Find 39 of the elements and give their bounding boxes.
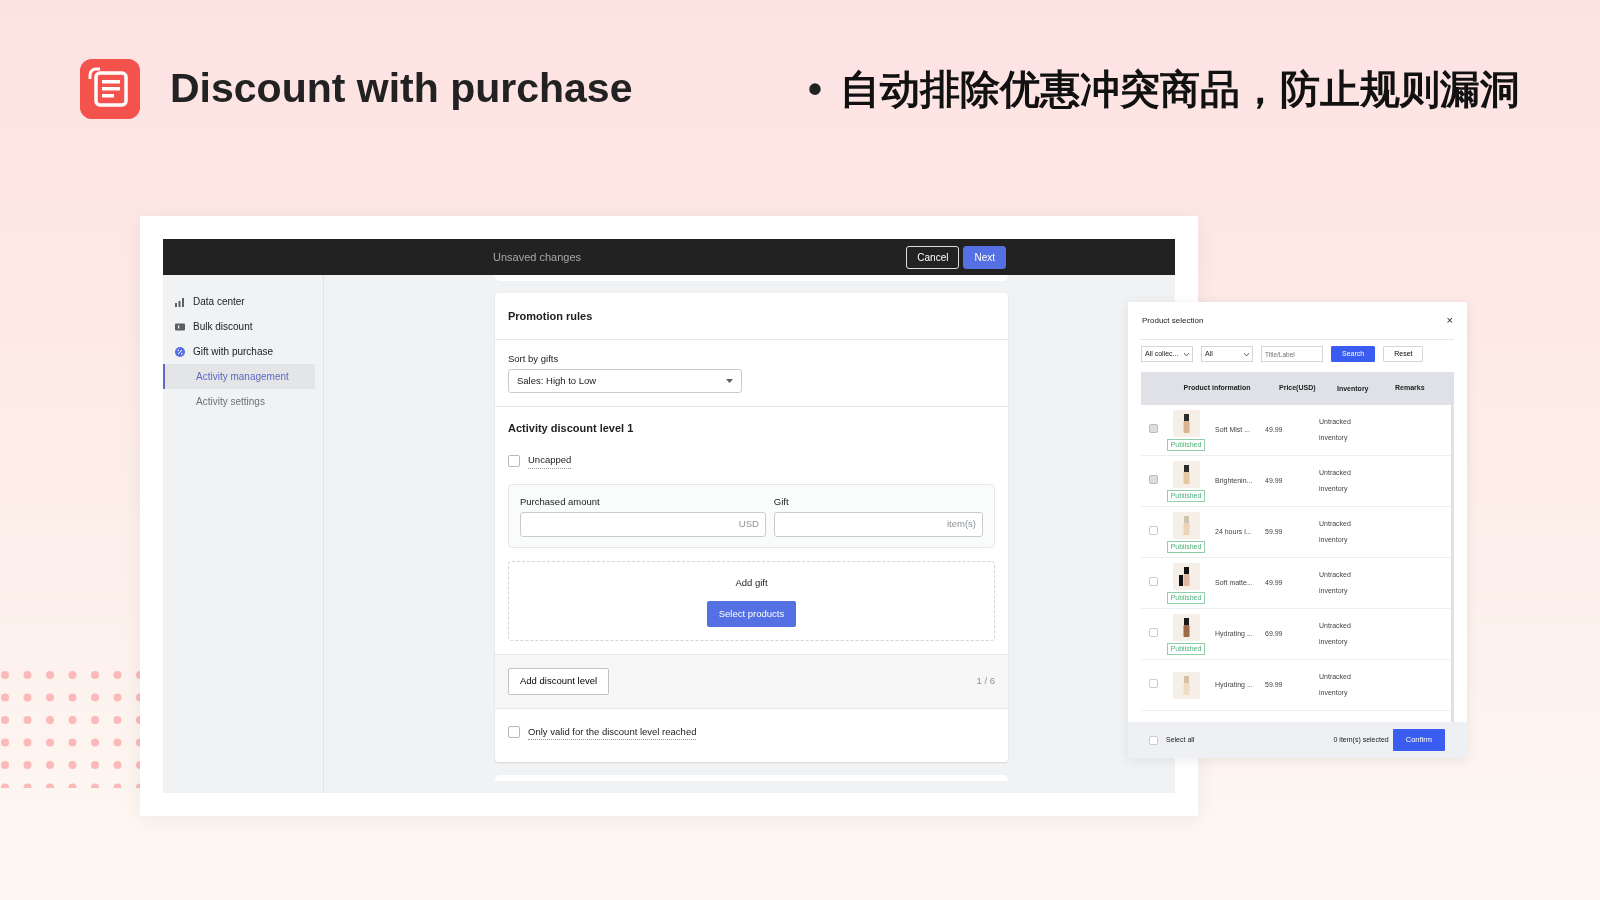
chevron-icon: [1244, 352, 1249, 356]
caret-icon: [726, 378, 733, 383]
checkbox[interactable]: [1149, 525, 1158, 535]
toolbar-button[interactable]: Next: [963, 245, 1006, 269]
chevron-icon: [1184, 352, 1189, 356]
toolbar-button[interactable]: Cancel: [906, 245, 960, 269]
status-text: Unsaved changes: [493, 249, 582, 265]
select-products-button[interactable]: Select products: [706, 601, 797, 628]
sidebar-item[interactable]: Gift with purchase: [163, 339, 323, 364]
sidebar-item[interactable]: Bulk discount: [163, 314, 323, 339]
app-logo-icon: [80, 58, 140, 119]
field-label: Gift: [773, 494, 790, 509]
ticket-icon: [175, 321, 185, 332]
add-level-button[interactable]: Add discount level: [508, 668, 610, 695]
bullet: •: [808, 65, 822, 113]
checkbox[interactable]: [1149, 678, 1158, 688]
sidebar-subitem[interactable]: Activity management: [163, 364, 315, 389]
checkbox-label: Only valid for the discount level reached: [528, 724, 697, 740]
sidebar-item[interactable]: Data center: [163, 289, 323, 314]
checkbox[interactable]: [1149, 735, 1158, 745]
close-button[interactable]: ×: [1446, 312, 1453, 329]
add-gift-label: Add gift: [735, 575, 768, 590]
level-counter: 1 / 6: [976, 674, 995, 689]
bar-chart-icon: [175, 296, 185, 307]
sidebar-subitem[interactable]: Activity settings: [163, 389, 323, 414]
checkbox[interactable]: [1149, 576, 1158, 586]
dialog-title: Product selection: [1142, 314, 1204, 327]
sort-dropdown[interactable]: Sales: High to Low: [508, 368, 742, 393]
section-title: Activity discount level 1: [508, 420, 635, 436]
page-title: Discount with purchase: [170, 64, 633, 113]
section-title: Promotion rules: [508, 309, 594, 324]
field-label: Sort by gifts: [508, 351, 560, 366]
checkbox-label: Uncapped: [528, 453, 572, 469]
checkbox[interactable]: [508, 726, 520, 739]
tagline: 自动排除优惠冲突商品，防止规则漏洞: [840, 64, 1520, 114]
checkbox[interactable]: [1149, 627, 1158, 637]
checkbox[interactable]: [508, 454, 520, 467]
field-label: Purchased amount: [520, 494, 601, 509]
discount-badge-icon: [175, 346, 185, 357]
